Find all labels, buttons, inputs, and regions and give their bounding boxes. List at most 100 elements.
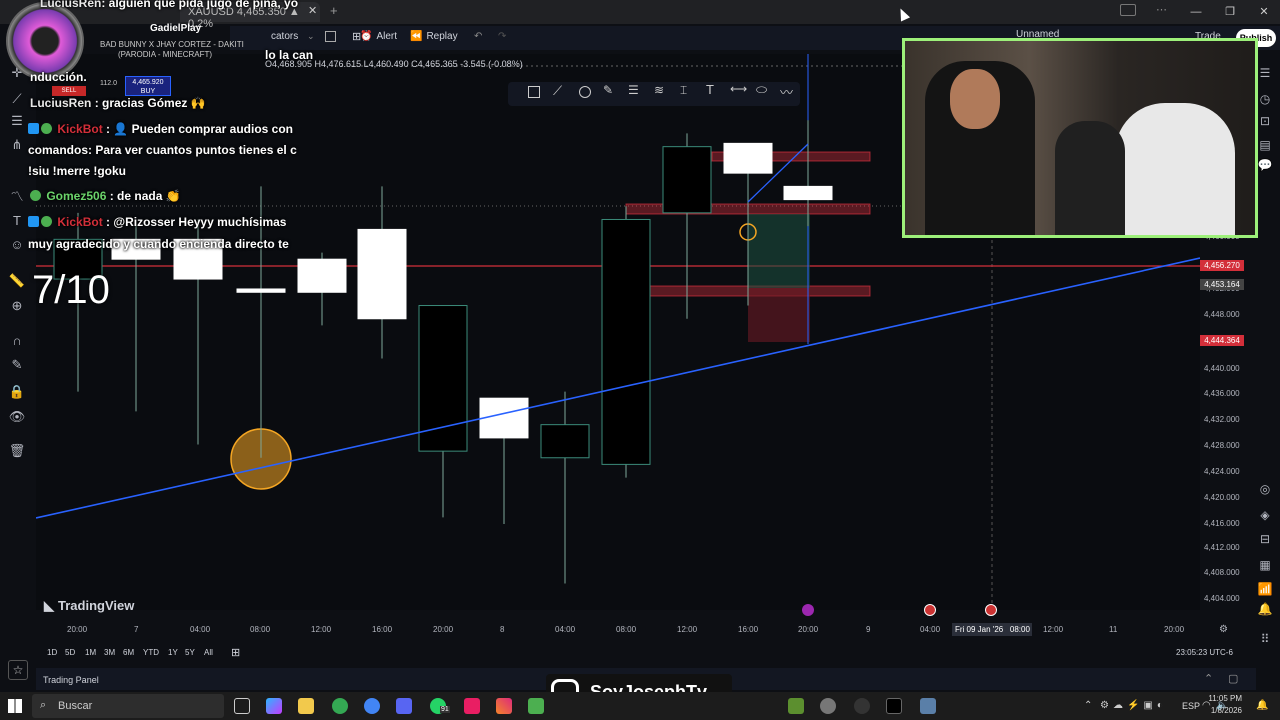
magnet-icon[interactable]: ∩ bbox=[8, 332, 26, 350]
close-tab-icon[interactable]: ✕ bbox=[308, 4, 317, 17]
pitchfork-icon[interactable]: ⋔ bbox=[8, 136, 26, 154]
discord-icon[interactable] bbox=[396, 698, 412, 714]
undo-icon[interactable]: ↶ bbox=[474, 31, 482, 42]
favorite-star-icon[interactable]: ☆ bbox=[8, 660, 28, 680]
pattern-tool-icon[interactable]: 〽 bbox=[8, 188, 26, 206]
new-tab-button[interactable]: + bbox=[330, 3, 338, 18]
trash-icon[interactable]: 🗑 bbox=[8, 442, 26, 460]
tray-chevron-icon[interactable]: ⌃ bbox=[1084, 700, 1092, 711]
ideas-icon[interactable]: ⊟ bbox=[1256, 530, 1274, 548]
buy-button[interactable]: 4,465.920 BUY bbox=[125, 76, 171, 96]
text-tool-left-icon[interactable]: T bbox=[8, 212, 26, 230]
panel-maximize-icon[interactable]: ▢ bbox=[1228, 672, 1238, 685]
minimize-icon[interactable]: — bbox=[1188, 4, 1204, 20]
broadcast-icon[interactable]: 📶 bbox=[1256, 580, 1274, 598]
layers-icon[interactable]: ◈ bbox=[1256, 506, 1274, 524]
notifications-icon[interactable]: 🔔 bbox=[1256, 600, 1274, 618]
lock-icon[interactable]: 🔒 bbox=[8, 383, 26, 401]
task-view-icon[interactable] bbox=[234, 698, 250, 714]
period-button-5d[interactable]: 5D bbox=[65, 648, 75, 657]
taskbar-date[interactable]: 1/8/2026 bbox=[1206, 706, 1242, 715]
chrome-profile-icon[interactable] bbox=[364, 698, 380, 714]
obs-icon[interactable] bbox=[854, 698, 870, 714]
app-icon-3[interactable] bbox=[820, 698, 836, 714]
alert-button-wrap[interactable]: ⏰ Alert bbox=[360, 31, 397, 42]
measure-tool-icon[interactable]: ⌶ bbox=[680, 83, 687, 98]
emoji-tool-icon[interactable]: ☺ bbox=[8, 236, 26, 254]
chevron-down-icon[interactable]: ⌄ bbox=[307, 31, 315, 42]
event-marker-icon[interactable] bbox=[802, 604, 814, 616]
us-flag-event-icon-2[interactable] bbox=[985, 604, 997, 616]
chat-line: nducción. bbox=[30, 70, 87, 84]
rectangle-tool-icon[interactable] bbox=[528, 86, 540, 98]
candle-body bbox=[601, 218, 651, 465]
period-button-1d[interactable]: 1D bbox=[47, 648, 57, 657]
layout-grid-icon[interactable] bbox=[325, 31, 336, 42]
trading-panel-tab[interactable]: Trading Panel bbox=[43, 675, 99, 685]
more-icon[interactable]: ⋯ bbox=[1156, 3, 1167, 16]
app-icon-2[interactable] bbox=[788, 698, 804, 714]
target-icon[interactable]: ◎ bbox=[1256, 480, 1274, 498]
instagram-taskbar-icon[interactable] bbox=[496, 698, 512, 714]
screen-share-icon[interactable] bbox=[1120, 4, 1136, 16]
period-button-6m[interactable]: 6M bbox=[123, 648, 134, 657]
app-icon[interactable] bbox=[464, 698, 480, 714]
period-button-3m[interactable]: 3M bbox=[104, 648, 115, 657]
text-tool-icon[interactable]: T bbox=[706, 82, 714, 97]
lock-drawing-icon[interactable]: ✎ bbox=[8, 356, 26, 374]
period-button-ytd[interactable]: YTD bbox=[143, 648, 159, 657]
settings-gear-icon[interactable]: ⚙ bbox=[1219, 624, 1228, 635]
brush-tool-icon[interactable]: ✎ bbox=[603, 83, 613, 97]
person-face bbox=[950, 69, 1000, 129]
horizontal-lines-icon[interactable]: ☰ bbox=[8, 112, 26, 130]
calendar2-icon[interactable]: ▦ bbox=[1256, 556, 1274, 574]
eye-icon[interactable]: 👁 bbox=[8, 408, 26, 426]
replay-label: Replay bbox=[426, 31, 458, 42]
path-tool-icon[interactable]: 〰 bbox=[780, 82, 793, 101]
cursor-time: 08:00 bbox=[1009, 625, 1030, 634]
redo-icon[interactable]: ↷ bbox=[498, 31, 506, 42]
sell-button[interactable]: SELL bbox=[52, 86, 86, 96]
watchlist-icon[interactable]: ☰ bbox=[1256, 64, 1274, 82]
date-range-icon[interactable]: ⊞ bbox=[231, 646, 240, 659]
price-tick-label: 4,420.000 bbox=[1204, 493, 1240, 502]
search-icon: ⌕ bbox=[40, 699, 47, 711]
zoom-in-icon[interactable]: ⊕ bbox=[8, 297, 26, 315]
language-indicator[interactable]: ESP bbox=[1182, 701, 1200, 711]
ruler-icon[interactable]: 📏 bbox=[8, 272, 26, 290]
fib-tool-icon[interactable]: ☰ bbox=[628, 83, 639, 97]
tray-icons[interactable]: ⚙☁⚡▣◐ bbox=[1100, 700, 1167, 711]
chrome-icon[interactable] bbox=[332, 698, 348, 714]
close-window-icon[interactable]: ✕ bbox=[1256, 4, 1272, 20]
chat-icon[interactable]: 💬 bbox=[1256, 156, 1274, 174]
notifications-bell-icon[interactable]: 🔔 bbox=[1256, 700, 1268, 711]
file-explorer-icon[interactable] bbox=[298, 698, 314, 714]
line-tool-icon[interactable]: ⟋ bbox=[553, 83, 562, 99]
channel-tool-icon[interactable]: ≋ bbox=[654, 83, 664, 97]
calendar-icon[interactable]: ▤ bbox=[1256, 136, 1274, 154]
trendline-tool-icon[interactable]: ⟋ bbox=[8, 90, 26, 108]
tradingview-taskbar-icon[interactable] bbox=[886, 698, 902, 714]
maximize-icon[interactable]: ❐ bbox=[1222, 4, 1238, 20]
period-button-1y[interactable]: 1Y bbox=[168, 648, 178, 657]
copilot-icon[interactable] bbox=[266, 698, 282, 714]
app-icon-4[interactable] bbox=[920, 698, 936, 714]
us-flag-event-icon[interactable] bbox=[924, 604, 936, 616]
circle-tool-icon[interactable] bbox=[579, 86, 591, 98]
period-button-all[interactable]: All bbox=[204, 648, 213, 657]
candle-body bbox=[783, 185, 833, 201]
shape-tool-icon[interactable]: ⬭ bbox=[756, 82, 767, 98]
minecraft-icon[interactable] bbox=[528, 698, 544, 714]
apps-grid-icon[interactable]: ⠿ bbox=[1256, 630, 1274, 648]
tradingview-logo: ◣ TradingView bbox=[44, 598, 134, 614]
panel-expand-icon[interactable]: ⌃ bbox=[1204, 672, 1213, 685]
horizontal-line-icon[interactable]: ⟷ bbox=[730, 82, 747, 96]
period-button-1m[interactable]: 1M bbox=[85, 648, 96, 657]
taskbar-time[interactable]: 11:05 PM bbox=[1208, 694, 1242, 703]
alerts-clock-icon[interactable]: ◷ bbox=[1256, 90, 1274, 108]
windows-start-icon[interactable] bbox=[8, 699, 22, 713]
replay-button[interactable]: ⏪ Replay bbox=[410, 31, 458, 42]
period-button-5y[interactable]: 5Y bbox=[185, 648, 195, 657]
hotlist-icon[interactable]: ⊡ bbox=[1256, 112, 1274, 130]
indicators-button[interactable]: cators bbox=[271, 31, 298, 42]
